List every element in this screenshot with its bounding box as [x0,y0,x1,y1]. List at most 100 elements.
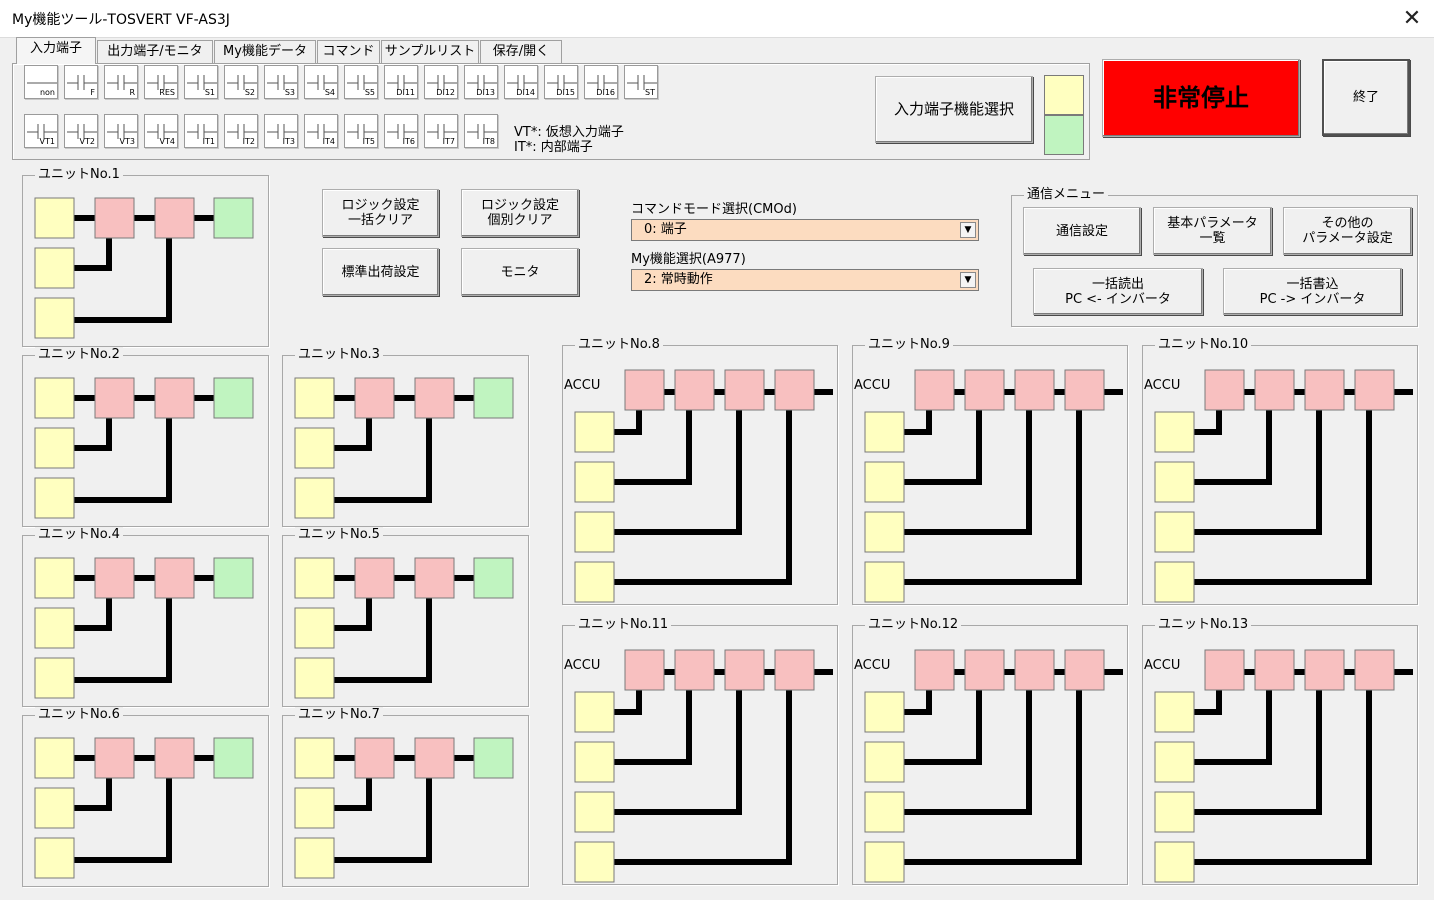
logic-block[interactable] [774,369,815,411]
command-mode-select[interactable]: 0: 端子 ▼ [631,219,979,241]
input-block[interactable] [864,741,905,783]
logic-block[interactable] [774,649,815,691]
terminal-vt1[interactable]: VT1 [24,114,58,148]
output-block[interactable] [473,557,514,599]
input-block[interactable] [34,427,75,469]
input-block[interactable] [864,691,905,733]
input-block[interactable] [574,841,615,883]
logic-block[interactable] [94,197,135,239]
logic-block[interactable] [154,377,195,419]
input-block[interactable] [574,691,615,733]
terminal-s5[interactable]: S5 [344,65,378,99]
terminal-it4[interactable]: IT4 [304,114,338,148]
logic-block[interactable] [624,369,665,411]
input-block[interactable] [34,297,75,339]
input-block[interactable] [34,377,75,419]
logic-block[interactable] [674,649,715,691]
terminal-it8[interactable]: IT8 [464,114,498,148]
input-block[interactable] [294,477,335,519]
logic-block[interactable] [354,557,395,599]
tab-save-open[interactable]: 保存/開く [480,40,562,64]
input-block[interactable] [34,657,75,699]
output-block[interactable] [473,377,514,419]
logic-block[interactable] [94,377,135,419]
input-block[interactable] [574,511,615,553]
input-block[interactable] [34,477,75,519]
terminal-vt2[interactable]: VT2 [64,114,98,148]
output-block[interactable] [213,377,254,419]
logic-block[interactable] [1354,369,1395,411]
input-block[interactable] [864,411,905,453]
input-block[interactable] [574,791,615,833]
output-block[interactable] [213,737,254,779]
input-block[interactable] [864,461,905,503]
input-block[interactable] [574,411,615,453]
terminal-it6[interactable]: IT6 [384,114,418,148]
input-block[interactable] [574,561,615,603]
input-block[interactable] [294,427,335,469]
input-block[interactable] [294,737,335,779]
logic-block[interactable] [1304,649,1345,691]
input-block[interactable] [34,557,75,599]
input-block[interactable] [34,737,75,779]
output-block[interactable] [213,197,254,239]
logic-block[interactable] [1204,649,1245,691]
input-block[interactable] [294,837,335,879]
logic-block[interactable] [94,557,135,599]
logic-block[interactable] [624,649,665,691]
terminal-s2[interactable]: S2 [224,65,258,99]
terminal-s3[interactable]: S3 [264,65,298,99]
logic-block[interactable] [724,649,765,691]
input-block[interactable] [294,787,335,829]
input-block[interactable] [1154,411,1195,453]
input-block[interactable] [294,607,335,649]
chevron-down-icon[interactable]: ▼ [960,272,976,288]
input-block[interactable] [864,511,905,553]
terminal-di12[interactable]: DI12 [424,65,458,99]
input-block[interactable] [34,607,75,649]
terminal-di16[interactable]: DI16 [584,65,618,99]
monitor-button[interactable]: モニタ [461,248,579,296]
terminal-res[interactable]: RES [144,65,178,99]
terminal-di11[interactable]: DI11 [384,65,418,99]
tab-my-function-data[interactable]: My機能データ [214,40,316,64]
input-block[interactable] [1154,741,1195,783]
emergency-stop-button[interactable]: 非常停止 [1102,59,1300,137]
terminal-non[interactable]: non [24,65,58,99]
tab-output-terminal-monitor[interactable]: 出力端子/モニタ [97,40,213,64]
input-block[interactable] [294,657,335,699]
close-icon[interactable]: ✕ [1396,4,1428,34]
logic-block[interactable] [154,197,195,239]
input-block[interactable] [1154,511,1195,553]
my-function-select[interactable]: 2: 常時動作 ▼ [631,269,979,291]
logic-block[interactable] [154,557,195,599]
tab-command[interactable]: コマンド [317,40,380,64]
logic-block[interactable] [1014,369,1055,411]
input-block[interactable] [574,461,615,503]
terminal-it2[interactable]: IT2 [224,114,258,148]
logic-block[interactable] [414,737,455,779]
basic-params-button[interactable]: 基本パラメータ 一覧 [1153,207,1272,255]
logic-block[interactable] [154,737,195,779]
input-block[interactable] [294,557,335,599]
logic-block[interactable] [1064,649,1105,691]
logic-block[interactable] [964,369,1005,411]
terminal-it7[interactable]: IT7 [424,114,458,148]
terminal-it5[interactable]: IT5 [344,114,378,148]
input-block[interactable] [294,377,335,419]
terminal-f[interactable]: F [64,65,98,99]
input-block[interactable] [864,841,905,883]
input-block[interactable] [574,741,615,783]
input-block[interactable] [34,787,75,829]
other-params-button[interactable]: その他の パラメータ設定 [1283,207,1412,255]
terminal-it1[interactable]: IT1 [184,114,218,148]
input-block[interactable] [1154,691,1195,733]
logic-block[interactable] [1204,369,1245,411]
input-block[interactable] [1154,841,1195,883]
bulk-write-button[interactable]: 一括書込 PC -> インバータ [1223,268,1402,315]
factory-default-button[interactable]: 標準出荷設定 [322,248,439,296]
logic-block[interactable] [1354,649,1395,691]
input-block[interactable] [864,791,905,833]
logic-block[interactable] [724,369,765,411]
output-block[interactable] [473,737,514,779]
